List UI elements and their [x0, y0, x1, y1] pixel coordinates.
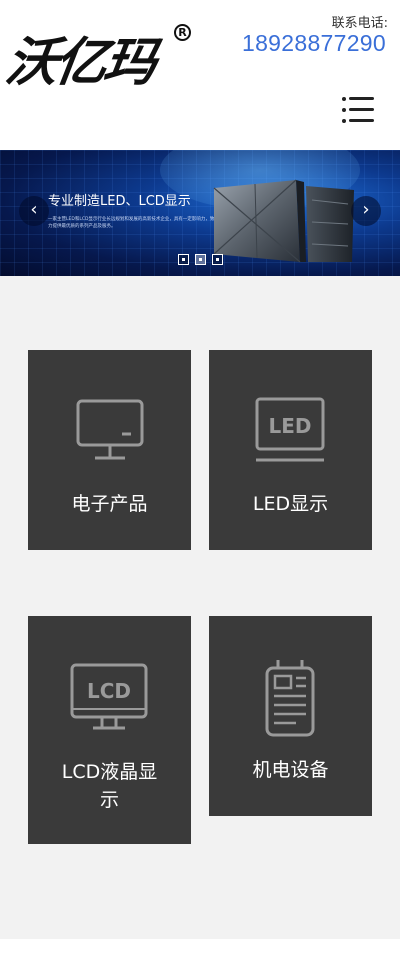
hero-banner[interactable]: 专业制造LED、LCD显示 一家主营LED和LCD显示行业长远规划和发展的高新技…	[0, 150, 400, 276]
category-section: 电子产品 LED LED显示 LCD LCD液晶显 示 机电设备	[0, 276, 400, 939]
monitor-icon	[76, 399, 144, 460]
slider-dots	[178, 254, 223, 265]
logo-text: 沃亿玛	[1, 33, 158, 93]
phone-number-link[interactable]: 18928877290	[242, 30, 386, 57]
hamburger-menu-icon[interactable]	[342, 96, 374, 124]
phone-label: 联系电话:	[331, 16, 388, 31]
category-card-lcd[interactable]: LCD LCD液晶显 示	[28, 616, 191, 844]
slider-dot-1[interactable]	[178, 254, 189, 265]
registered-trademark-icon: R	[174, 24, 191, 41]
category-label: 机电设备	[252, 759, 329, 781]
category-label-line2: 示	[99, 789, 119, 811]
slider-dot-2[interactable]	[195, 254, 206, 265]
footer-strip	[0, 939, 400, 979]
site-logo[interactable]: 沃亿玛 R	[2, 24, 192, 98]
led-display-icon: LED	[255, 397, 325, 462]
lcd-icon-text: LCD	[87, 679, 131, 703]
led-icon-text: LED	[268, 414, 311, 438]
lcd-monitor-icon: LCD	[70, 663, 148, 730]
meter-device-icon	[265, 660, 315, 737]
category-label-line1: LCD液晶显	[61, 761, 158, 783]
category-card-electromechanical[interactable]: 机电设备	[209, 616, 372, 816]
chevron-left-icon[interactable]: ‹	[19, 196, 49, 226]
category-label: 电子产品	[71, 493, 148, 515]
chevron-right-icon[interactable]: ›	[351, 196, 381, 226]
category-label: LED显示	[252, 493, 329, 515]
site-header: 沃亿玛 R 联系电话: 18928877290	[0, 0, 400, 150]
category-card-electronics[interactable]: 电子产品	[28, 350, 191, 550]
category-card-led[interactable]: LED LED显示	[209, 350, 372, 550]
slider-dot-3[interactable]	[212, 254, 223, 265]
